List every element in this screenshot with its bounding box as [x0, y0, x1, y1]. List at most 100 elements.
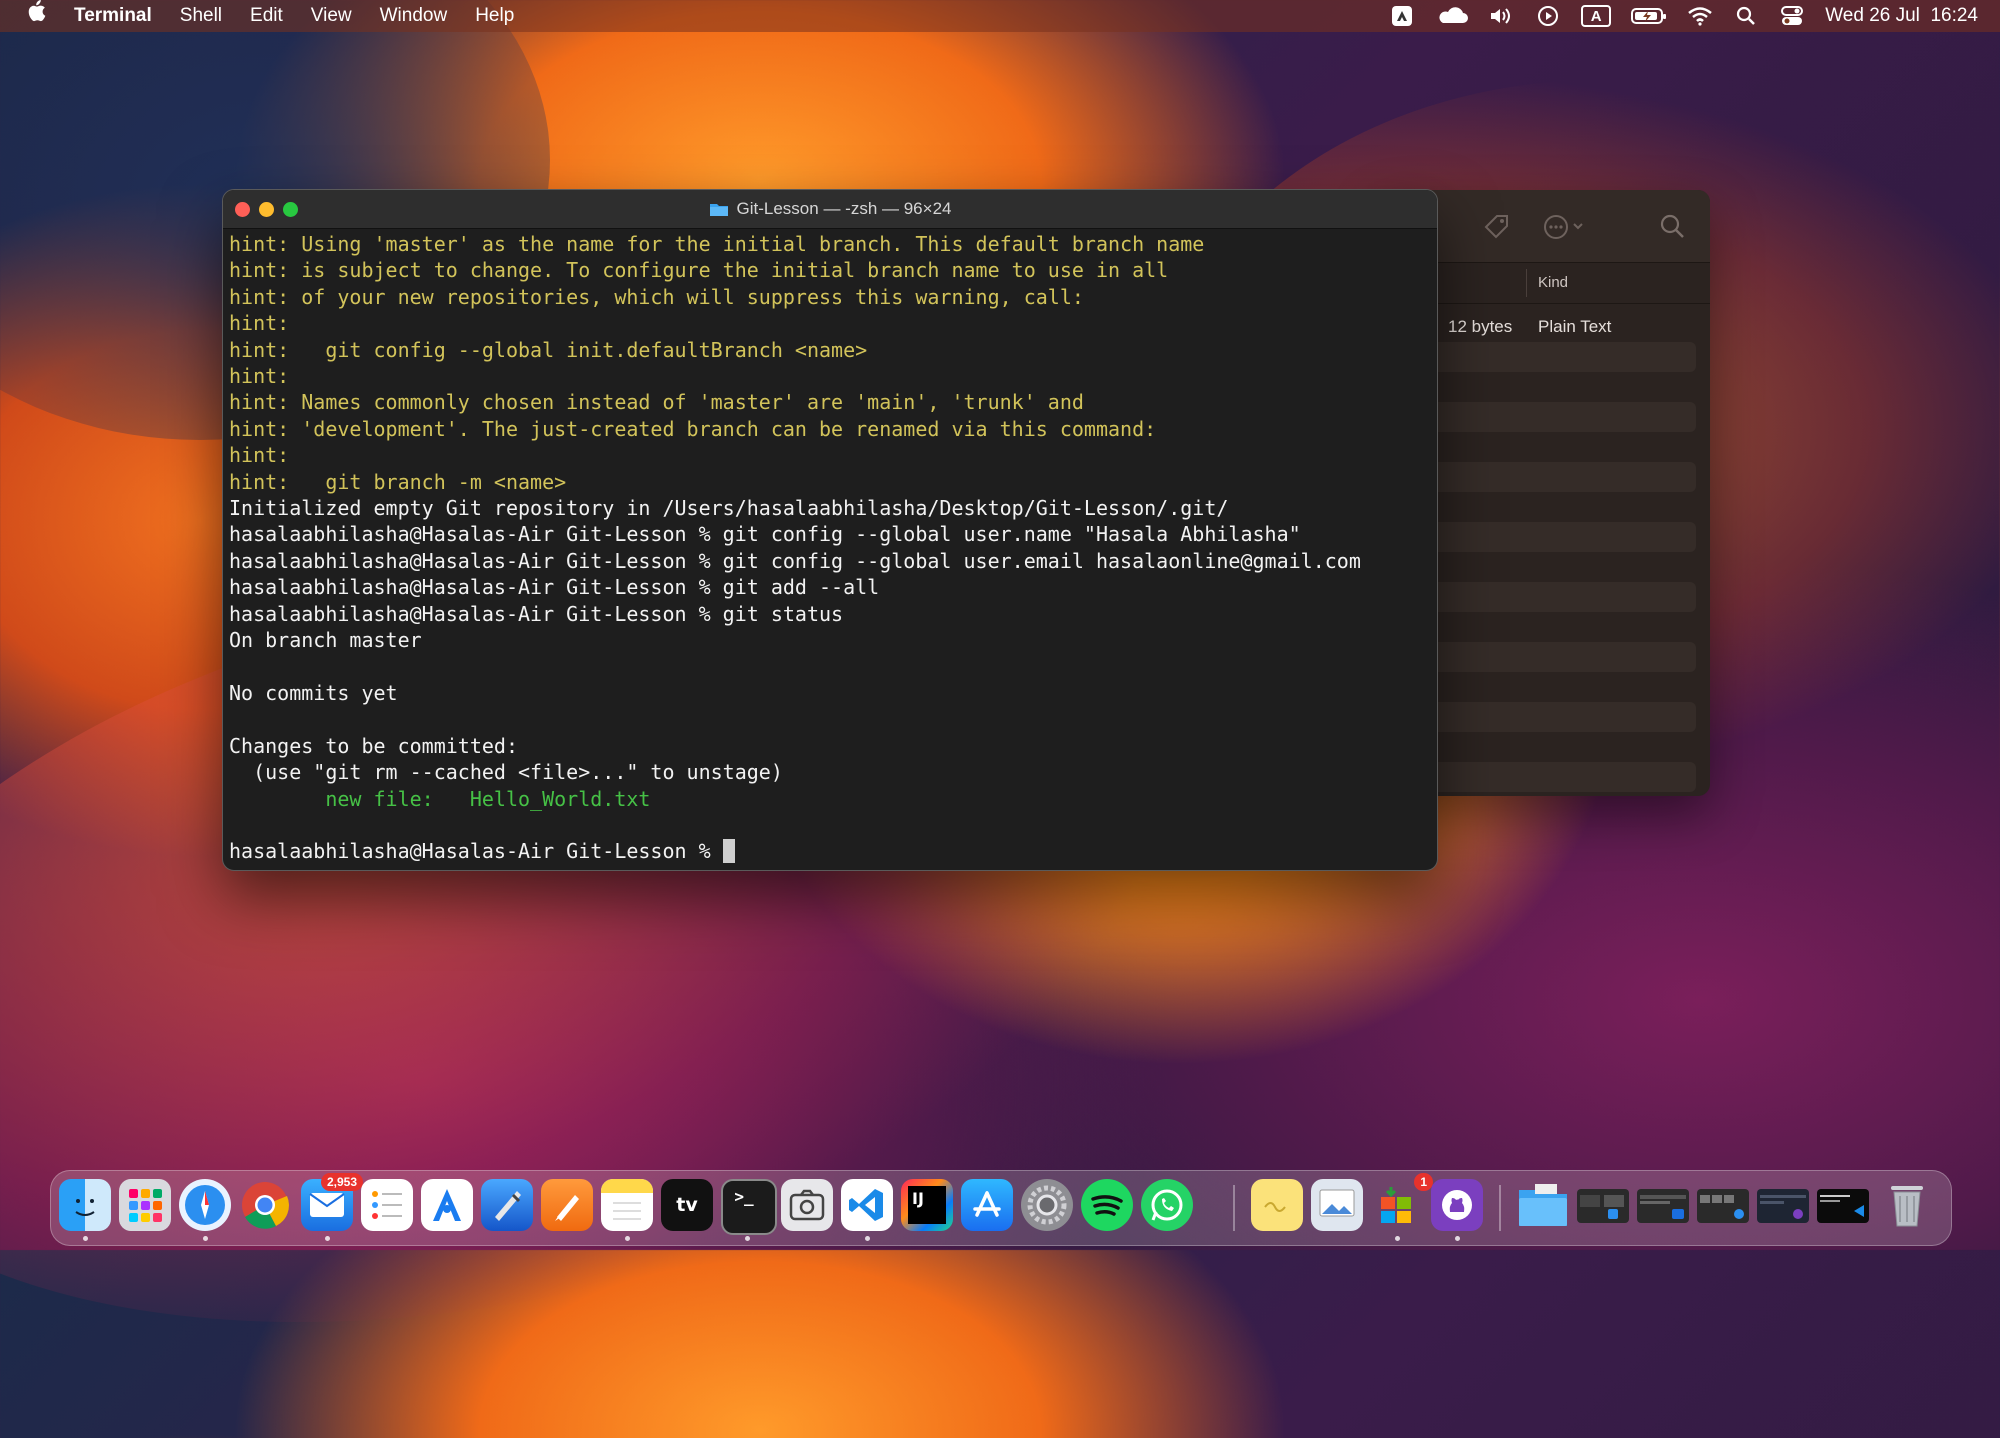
menu-bar: Terminal Shell Edit View Window Help A W…: [0, 0, 2000, 32]
minimized-window-thumbnail[interactable]: [1817, 1189, 1869, 1223]
menu-edit[interactable]: Edit: [236, 0, 297, 32]
stickies-app-icon[interactable]: [1251, 1179, 1303, 1231]
menu-shell[interactable]: Shell: [166, 0, 236, 32]
close-button[interactable]: [235, 202, 250, 217]
empty-row: [1394, 402, 1696, 432]
instruments-app-icon[interactable]: [421, 1179, 473, 1231]
terminal-line: hasalaabhilasha@Hasalas-Air Git-Lesson %…: [229, 601, 844, 626]
mail-app-icon[interactable]: 2,953: [301, 1173, 363, 1231]
terminal-line: hint:: [229, 364, 290, 389]
empty-row: [1394, 372, 1696, 402]
terminal-line: hint: Names commonly chosen instead of '…: [229, 390, 1084, 415]
search-icon[interactable]: [1733, 5, 1759, 27]
battery-icon[interactable]: [1631, 5, 1667, 27]
empty-row: [1394, 672, 1696, 702]
app-store-app-icon[interactable]: [961, 1179, 1013, 1231]
adobe-icon[interactable]: [1389, 5, 1415, 27]
terminal-line: hint: 'development'. The just-created br…: [229, 416, 1157, 441]
minimized-window-thumbnail[interactable]: [1697, 1189, 1749, 1223]
vscode-app-icon[interactable]: [841, 1179, 893, 1231]
empty-row: [1394, 642, 1696, 672]
apple-icon[interactable]: [0, 0, 60, 33]
window-title: Git-Lesson — -zsh — 96×24: [736, 199, 952, 218]
terminal-line: hint: is subject to change. To configure…: [229, 258, 1169, 283]
empty-row: [1394, 732, 1696, 762]
terminal-line: hint: git config --global init.defaultBr…: [229, 337, 868, 362]
finder-search-icon[interactable]: [1658, 212, 1688, 247]
terminal-line: hint: git branch -m <name>: [229, 469, 567, 494]
menu-view[interactable]: View: [297, 0, 366, 32]
zoom-button[interactable]: [283, 202, 298, 217]
reminders-app-icon[interactable]: [361, 1179, 413, 1231]
system-settings-app-icon[interactable]: [1021, 1179, 1073, 1231]
launchpad-app-icon[interactable]: [119, 1179, 171, 1231]
dock: 2,953 tv >_ IJ 1: [50, 1170, 1952, 1246]
menu-help[interactable]: Help: [461, 0, 528, 32]
terminal-titlebar[interactable]: Git-Lesson — -zsh — 96×24: [223, 190, 1437, 229]
whatsapp-app-icon[interactable]: [1141, 1179, 1193, 1231]
app-menu-terminal[interactable]: Terminal: [60, 0, 166, 32]
minimized-window-thumbnail[interactable]: [1637, 1189, 1689, 1223]
volume-icon[interactable]: [1489, 5, 1515, 27]
prompt-line[interactable]: hasalaabhilasha@Hasalas-Air Git-Lesson %: [229, 838, 1431, 864]
xcode-app-icon[interactable]: [481, 1179, 533, 1231]
wifi-icon[interactable]: [1687, 5, 1713, 27]
menu-window[interactable]: Window: [366, 0, 462, 32]
downloads-folder-icon[interactable]: [1517, 1179, 1569, 1231]
intellij-app-icon[interactable]: IJ: [901, 1179, 953, 1231]
empty-row: [1394, 762, 1696, 792]
minimized-window-thumbnail[interactable]: [1577, 1189, 1629, 1223]
mail-badge: 2,953: [320, 1173, 363, 1191]
terminal-line: (use "git rm --cached <file>..." to unst…: [229, 760, 783, 785]
safari-app-icon[interactable]: [179, 1179, 231, 1231]
terminal-line: new file: Hello_World.txt: [229, 786, 651, 811]
cloud-icon[interactable]: [1435, 5, 1469, 27]
notes-app-icon[interactable]: [601, 1179, 653, 1231]
terminal-line: Initialized empty Git repository in /Use…: [229, 496, 1229, 521]
spotify-app-icon[interactable]: [1081, 1179, 1133, 1231]
chrome-app-icon[interactable]: [239, 1179, 291, 1231]
input-a-icon[interactable]: A: [1581, 5, 1612, 27]
column-kind[interactable]: Kind: [1538, 274, 1568, 291]
file-size: 12 bytes: [1448, 317, 1513, 336]
menubar-clock[interactable]: Wed 26 Jul 16:24: [1825, 5, 1978, 27]
apple-tv-app-icon[interactable]: tv: [661, 1179, 713, 1231]
github-desktop-app-icon[interactable]: [1431, 1179, 1483, 1231]
file-kind: Plain Text: [1538, 317, 1612, 336]
empty-row: [1394, 492, 1696, 522]
folder-icon: [709, 201, 729, 217]
empty-row: [1394, 582, 1696, 612]
finder-app-icon[interactable]: [59, 1179, 111, 1231]
control-center-icon[interactable]: [1779, 5, 1805, 27]
empty-row: [1394, 342, 1696, 372]
microsoft-store-app-icon[interactable]: 1: [1371, 1173, 1433, 1231]
pages-app-icon[interactable]: [541, 1179, 593, 1231]
terminal-app-icon[interactable]: >_: [721, 1179, 777, 1235]
terminal-line: hint: Using 'master' as the name for the…: [229, 232, 1205, 256]
terminal-output[interactable]: hint: Using 'master' as the name for the…: [223, 229, 1437, 867]
terminal-line: On branch master: [229, 628, 422, 653]
prompt: hasalaabhilasha@Hasalas-Air Git-Lesson %: [229, 839, 723, 864]
tag-icon[interactable]: [1482, 212, 1512, 247]
terminal-window[interactable]: Git-Lesson — -zsh — 96×24 hint: Using 'm…: [222, 189, 1438, 871]
empty-row: [1394, 702, 1696, 732]
terminal-line: hint:: [229, 443, 290, 468]
terminal-line: Changes to be committed:: [229, 733, 518, 758]
terminal-line: hint: of your new repositories, which wi…: [229, 284, 1084, 309]
terminal-line: hasalaabhilasha@Hasalas-Air Git-Lesson %…: [229, 548, 1361, 573]
minimized-window-thumbnail[interactable]: [1757, 1189, 1809, 1223]
screenshot-app-icon[interactable]: [781, 1179, 833, 1231]
terminal-line: No commits yet: [229, 680, 398, 705]
play-icon[interactable]: [1535, 5, 1561, 27]
empty-row: [1394, 432, 1696, 462]
terminal-line: hasalaabhilasha@Hasalas-Air Git-Lesson %…: [229, 575, 880, 600]
empty-row: [1394, 522, 1696, 552]
minimize-button[interactable]: [259, 202, 274, 217]
trash-icon[interactable]: [1881, 1179, 1933, 1231]
empty-row: [1394, 552, 1696, 582]
more-actions-icon[interactable]: [1542, 212, 1588, 247]
preview-app-icon[interactable]: [1311, 1179, 1363, 1231]
